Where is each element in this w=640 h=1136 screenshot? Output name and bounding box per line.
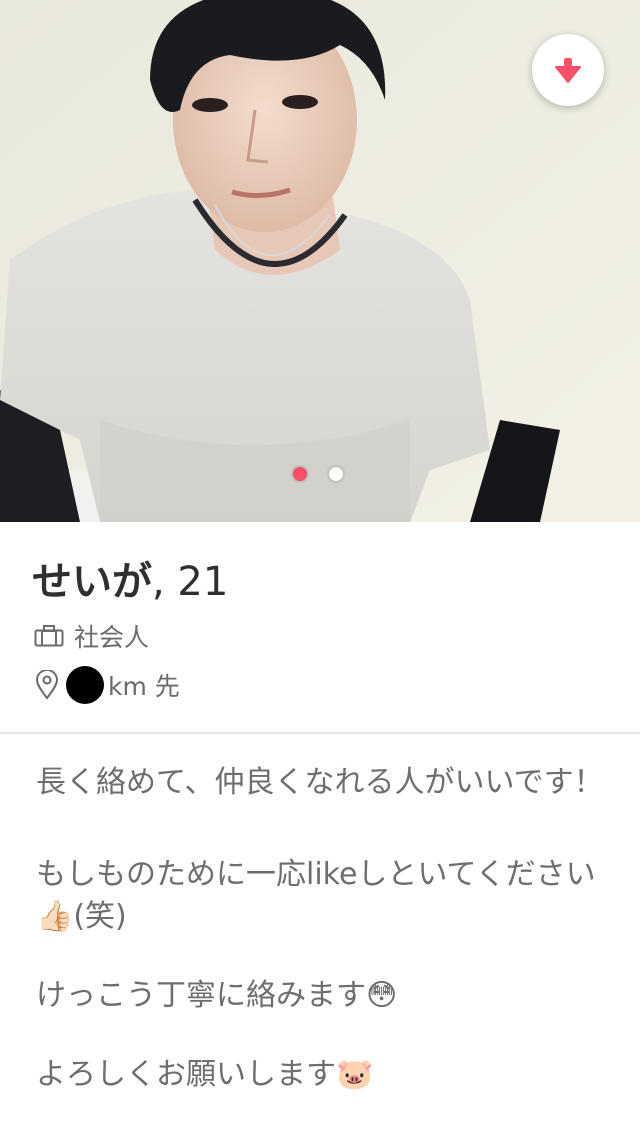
carousel-dot-active[interactable]: [293, 467, 307, 481]
bio-paragraph: よろしくお願いします🐷: [36, 1057, 374, 1092]
distance-row: km 先: [34, 666, 180, 704]
profile-photo[interactable]: [0, 0, 640, 522]
bio-text: 長く絡めて、仲良くなれる人がいいです！ もしものために一応likeしといてくださ…: [36, 762, 616, 1133]
photo-carousel-indicator: [293, 467, 343, 481]
job-label: 社会人: [74, 623, 150, 652]
bio-paragraph: 長く絡めて、仲良くなれる人がいいです！: [36, 765, 604, 800]
location-pin-icon: [34, 670, 66, 700]
profile-info: せいが, 21 社会人 km 先: [0, 522, 640, 734]
collapse-profile-button[interactable]: [532, 34, 604, 106]
name-age-heading: せいが, 21: [32, 558, 228, 606]
distance-label: km 先: [108, 672, 180, 701]
job-row: 社会人: [34, 618, 149, 654]
profile-name: せいが: [32, 559, 152, 605]
briefcase-icon: [34, 624, 66, 648]
redaction-mark: [66, 666, 104, 704]
profile-age: , 21: [152, 559, 229, 605]
carousel-dot[interactable]: [329, 467, 343, 481]
bio-paragraph: もしものために一応likeしといてください👍🏻(笑): [36, 857, 596, 934]
bio-paragraph: けっこう丁寧に絡みます😳: [36, 978, 398, 1013]
arrow-down-icon: [555, 58, 581, 83]
